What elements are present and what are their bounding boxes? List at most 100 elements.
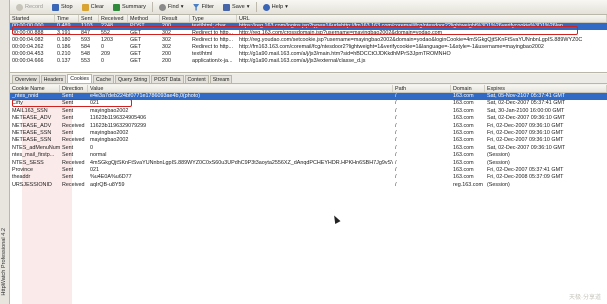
help-button[interactable]: Help ▾ xyxy=(260,1,291,13)
col-sent[interactable]: Sent xyxy=(79,15,99,22)
request-cell: GET xyxy=(130,44,142,50)
cookies-header: Cookie Name Direction Value Path Domain … xyxy=(10,85,607,93)
cookie-row[interactable]: NETEASE_ADV Sent 11623b1196324905406 / 163.c… xyxy=(10,115,607,122)
cookie-cell: %u4E0A%u6D77 xyxy=(90,174,132,181)
cookie-cell: 163.com xyxy=(453,129,474,136)
cookie-row[interactable]: NETEASE_SSN Received mayingbao2002 / 163.com… xyxy=(10,137,607,144)
request-cell: 302 xyxy=(162,37,171,43)
cookie-cell: Sat, 30-Jan-2100 16:00:00 GMT xyxy=(487,107,565,114)
request-cell: GET xyxy=(130,58,142,64)
requests-header: Started Time Sent Received Method Result… xyxy=(10,15,607,23)
cookie-row[interactable]: URSJESSIONID Received aqIrQB-u8Y59 / reg.163… xyxy=(10,182,607,189)
request-cell: GET xyxy=(130,51,142,57)
cookie-cell: 163.com xyxy=(453,122,474,129)
cookie-cell: / xyxy=(395,122,397,129)
cookie-cell: / xyxy=(395,129,397,136)
cookie-cell: Sent xyxy=(62,174,74,181)
cookie-cell: 4mSGkgQjtSKnFtSvaYUNnbnLgpIS.889WYZ0C0xS… xyxy=(90,159,393,166)
detail-tabs: Overview Headers Cookies Cache Query String P… xyxy=(10,74,607,84)
cookie-row[interactable]: ntes_mail_firstp... Sent normal / 163.com (Se… xyxy=(10,152,607,159)
request-cell: 00:00:04.262 xyxy=(12,44,44,50)
cookie-cell: 0 xyxy=(90,144,93,151)
cookie-cell: NETEASE_SSN xyxy=(12,137,52,144)
tab-headers[interactable]: Headers xyxy=(40,75,67,83)
clear-button[interactable]: Clear xyxy=(79,1,107,13)
cookie-row[interactable]: NETEASE_SSN Sent mayingbao2002 / 163.com Fri,… xyxy=(10,130,607,137)
tab-stream[interactable]: Stream xyxy=(209,75,233,83)
stop-icon xyxy=(52,3,60,11)
cookie-cell: 11623b1196324905406 xyxy=(90,115,147,122)
cookie-cell: 021 xyxy=(90,100,99,107)
cookie-cell: / xyxy=(395,174,397,181)
tab-query-string[interactable]: Query String xyxy=(114,75,151,83)
col-expires[interactable]: Expires xyxy=(485,85,607,92)
cookie-cell: / xyxy=(395,166,397,173)
request-row[interactable]: 00:00:04.082 0.180 593 1203 GET 302 Redirect t… xyxy=(10,37,607,44)
col-method[interactable]: Method xyxy=(128,15,160,22)
cookie-cell: / xyxy=(395,93,397,99)
request-cell: 0.180 xyxy=(57,37,71,43)
tab-post-data[interactable]: POST Data xyxy=(151,75,184,83)
tab-content[interactable]: Content xyxy=(184,75,209,83)
stop-button[interactable]: Stop xyxy=(49,1,76,13)
request-row[interactable]: 00:00:04.453 0.210 548 209 GET 200 text/html ht… xyxy=(10,51,607,58)
cookie-cell: Sent xyxy=(62,107,74,114)
cookie-cell: / xyxy=(395,115,397,122)
cookie-cell: / xyxy=(395,159,397,166)
app-window: HttpWatch Professional 4.2 Record Stop C… xyxy=(0,0,607,304)
cookie-row[interactable]: NTES_SESS Received 4mSGkgQjtSKnFtSvaYUNnbn… xyxy=(10,160,607,167)
col-value[interactable]: Value xyxy=(88,85,393,92)
col-path[interactable]: Path xyxy=(393,85,451,92)
cookie-cell: Sat, 02-Dec-2007 09:36:10 GMT xyxy=(487,115,566,122)
col-started[interactable]: Started xyxy=(10,15,55,22)
find-button[interactable]: Find ▾ xyxy=(156,1,187,13)
cookie-cell: 163.com xyxy=(453,166,474,173)
request-cell: text/html xyxy=(192,51,213,57)
cookie-cell: Fri, 02-Dec-2007 09:36:10 GMT xyxy=(487,137,564,144)
tab-overview[interactable]: Overview xyxy=(12,75,40,83)
request-cell: 0 xyxy=(101,44,104,50)
cookie-row[interactable]: MAIL163_SSN Sent mayingbao2002 / 163.com Sat,… xyxy=(10,108,607,115)
highlight-selected-request xyxy=(12,26,578,35)
cookie-cell: mayingbao2002 xyxy=(90,137,129,144)
tab-cookies[interactable]: Cookies xyxy=(67,74,92,83)
cookie-cell: / xyxy=(395,144,397,151)
cookie-cell: Received xyxy=(62,181,85,188)
cookie-cell: Sent xyxy=(62,152,74,159)
request-cell: 0 xyxy=(101,58,104,64)
cookie-row[interactable]: NETEASE_ADV Received 11623b1196329079299 / 1… xyxy=(10,123,607,130)
record-button[interactable]: Record xyxy=(13,1,46,13)
summary-icon xyxy=(112,3,120,11)
col-time[interactable]: Time xyxy=(55,15,79,22)
cookie-cell: 163.com xyxy=(453,115,474,122)
cookie-cell: 163.com xyxy=(453,107,474,114)
tab-cache[interactable]: Cache xyxy=(92,75,114,83)
col-domain[interactable]: Domain xyxy=(451,85,485,92)
cookie-cell: Sat, 02-Dec-2007 05:37:41 GMT xyxy=(487,100,566,107)
request-cell: application/x-ja... xyxy=(192,58,233,64)
col-result[interactable]: Result xyxy=(160,15,190,22)
col-received[interactable]: Received xyxy=(99,15,128,22)
cookie-cell: (Session) xyxy=(487,159,510,166)
request-row[interactable]: 00:00:04.262 0.186 584 0 GET 302 Redirect to h… xyxy=(10,44,607,51)
cookie-cell: theaddr xyxy=(12,174,31,181)
col-url[interactable]: URL xyxy=(237,15,607,22)
filter-icon xyxy=(192,3,200,11)
request-cell: 0.186 xyxy=(57,44,71,50)
save-button[interactable]: Save ▾ xyxy=(220,1,253,13)
col-direction[interactable]: Direction xyxy=(60,85,88,92)
request-cell: http://g1a90.mail.163.com/a/j/js3/main.h… xyxy=(239,51,451,57)
request-row[interactable]: 00:00:04.666 0.137 553 0 GET 200 application/x… xyxy=(10,58,607,65)
col-cookie-name[interactable]: Cookie Name xyxy=(10,85,60,92)
request-cell: 200 xyxy=(162,58,171,64)
toolbar-separator xyxy=(255,2,257,12)
cookie-row[interactable]: NTES_adMenuNum Sent 0 / 163.com Sat, 02-Dec-2… xyxy=(10,145,607,152)
cookie-cell: / xyxy=(395,100,397,107)
filter-button[interactable]: Filter xyxy=(190,1,217,13)
cookie-row[interactable]: Province Sent 021 / 163.com Fri, 02-Dec-2007 … xyxy=(10,167,607,174)
cookie-row[interactable]: theaddr Sent %u4E0A%u6D77 / 163.com Fri, 02-D… xyxy=(10,174,607,181)
toolbar-separator xyxy=(151,2,153,12)
cookie-cell: Received xyxy=(62,137,85,144)
col-type[interactable]: Type xyxy=(190,15,237,22)
summary-button[interactable]: Summary xyxy=(110,1,149,13)
